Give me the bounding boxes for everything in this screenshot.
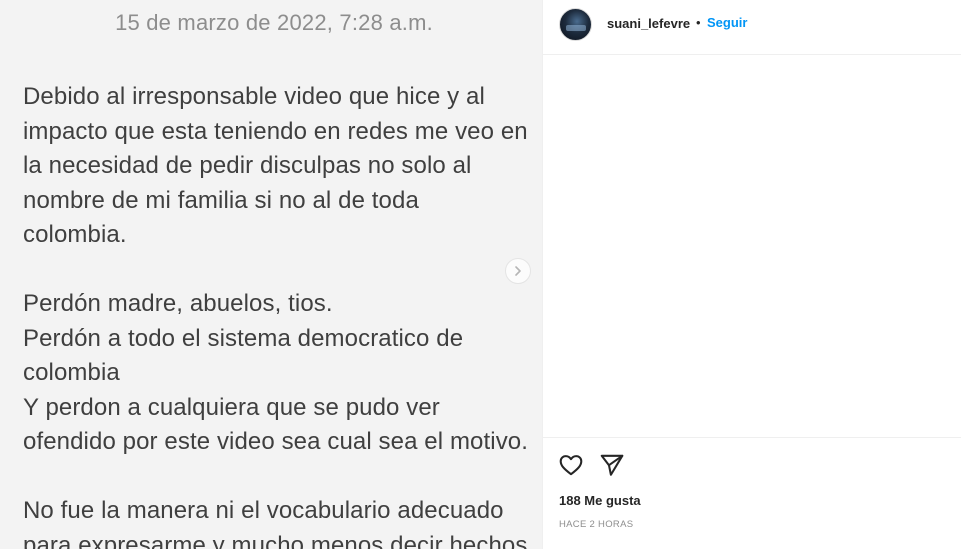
instagram-post-view: 15 de marzo de 2022, 7:28 a.m. Debido al…: [0, 0, 961, 549]
chevron-right-icon: [513, 265, 523, 277]
note-text: Debido al irresponsable video que hice y…: [23, 83, 529, 549]
note-date: 15 de marzo de 2022, 7:28 a.m.: [115, 10, 433, 35]
actions-bar: 188 Me gusta HACE 2 HORAS: [543, 437, 961, 549]
separator-dot: •: [696, 15, 701, 30]
post-image[interactable]: 15 de marzo de 2022, 7:28 a.m. Debido al…: [0, 0, 542, 549]
username-link[interactable]: suani_lefevre: [607, 16, 690, 31]
heart-icon[interactable]: [558, 452, 584, 478]
next-slide-button[interactable]: [505, 258, 531, 284]
paper-plane-icon[interactable]: [599, 452, 625, 478]
likes-count[interactable]: 188 Me gusta: [559, 493, 641, 508]
avatar[interactable]: [559, 8, 592, 41]
post-side-panel: suani_lefevre • Seguir 188 Me gusta HACE…: [542, 0, 961, 549]
follow-button[interactable]: Seguir: [707, 15, 747, 30]
post-timestamp[interactable]: HACE 2 HORAS: [559, 519, 633, 530]
post-header: suani_lefevre • Seguir: [543, 0, 961, 55]
comments-area[interactable]: [543, 55, 961, 437]
